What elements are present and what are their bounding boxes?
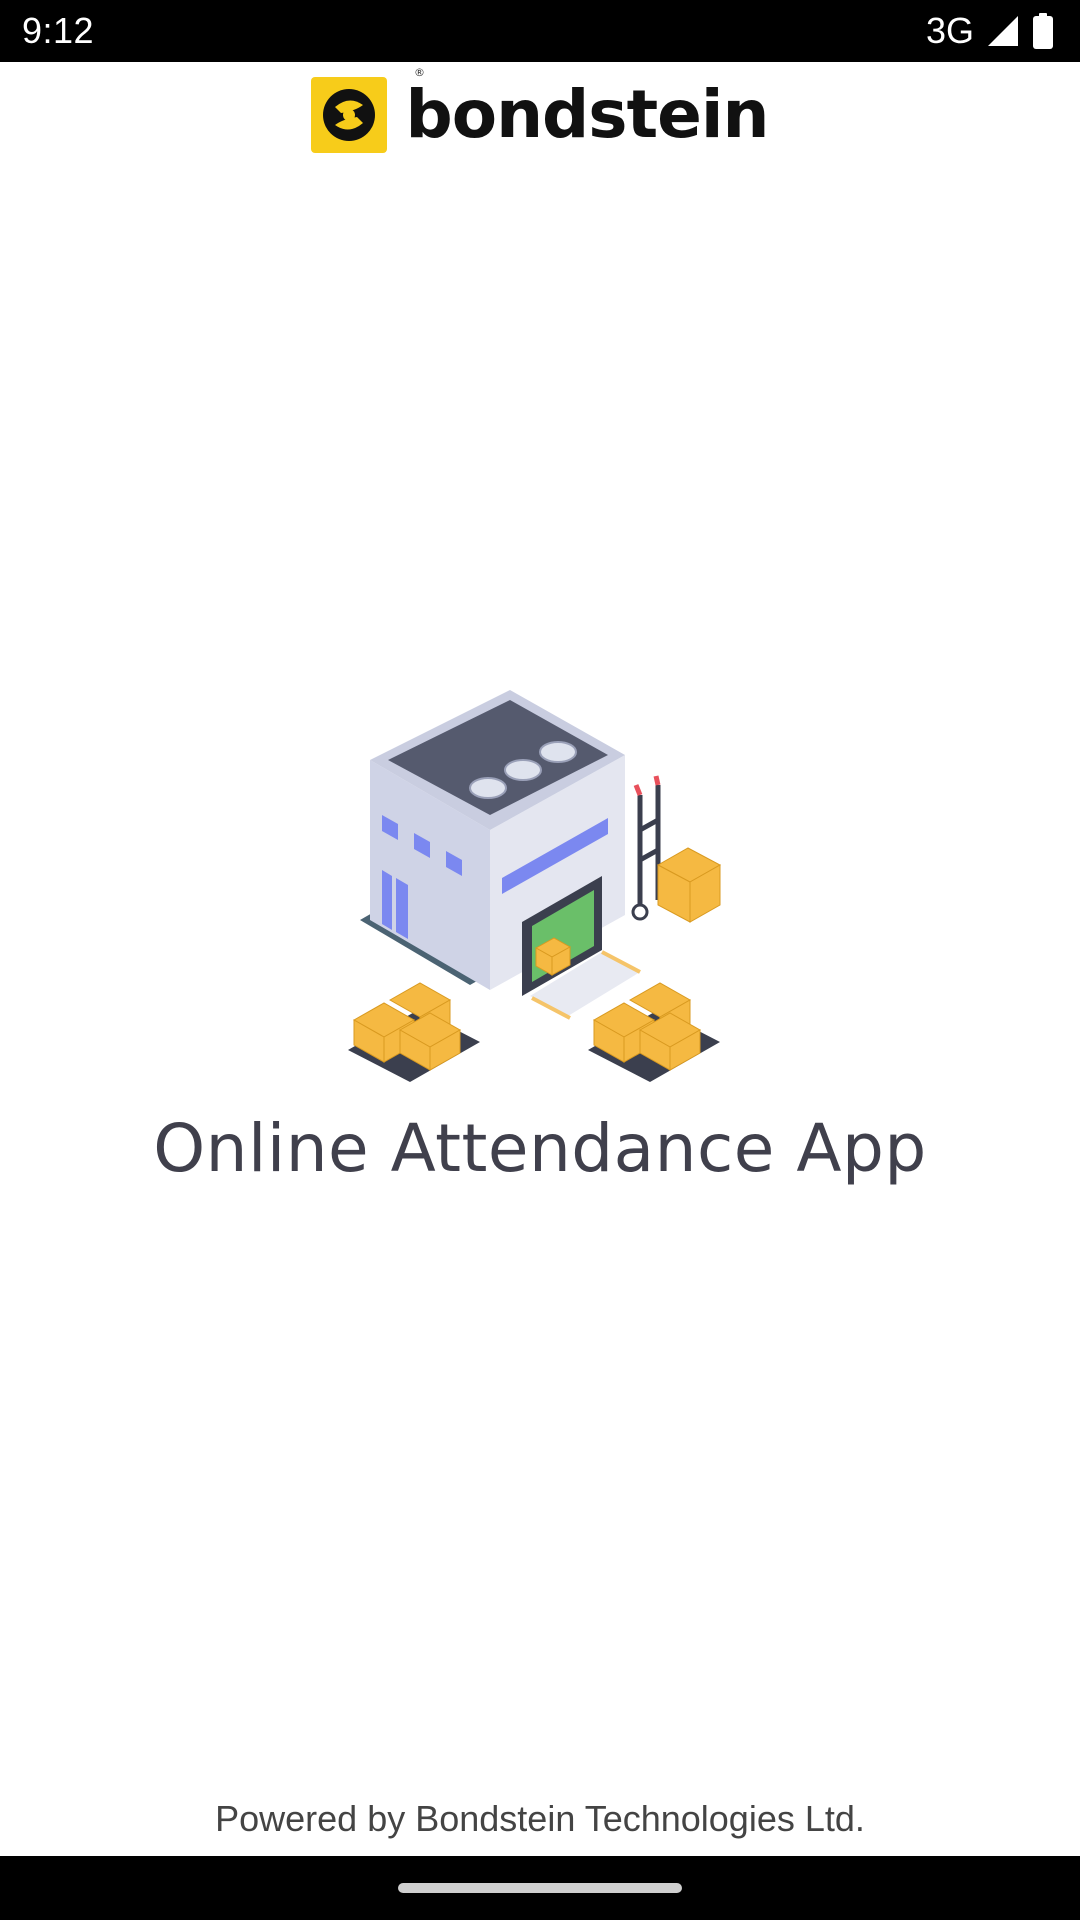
powered-by-text: Powered by Bondstein Technologies Ltd. bbox=[215, 1798, 865, 1839]
status-time: 9:12 bbox=[22, 10, 95, 51]
status-bar: 9:12 3G bbox=[0, 0, 1080, 62]
navigation-bar bbox=[0, 1856, 1080, 1920]
warehouse-illustration bbox=[340, 690, 740, 1090]
brand-name: bondstein bbox=[405, 76, 769, 153]
battery-icon bbox=[1032, 13, 1054, 49]
brand-logo: bondstein bbox=[0, 70, 1080, 160]
bondstein-logo-icon bbox=[311, 77, 388, 153]
network-type-label: 3G bbox=[925, 10, 974, 51]
app-title: Online Attendance App bbox=[153, 1110, 927, 1187]
status-icons: 3G bbox=[926, 10, 1054, 52]
registered-mark: ® bbox=[414, 66, 425, 79]
signal-icon bbox=[986, 14, 1020, 48]
home-indicator[interactable] bbox=[398, 1883, 682, 1893]
